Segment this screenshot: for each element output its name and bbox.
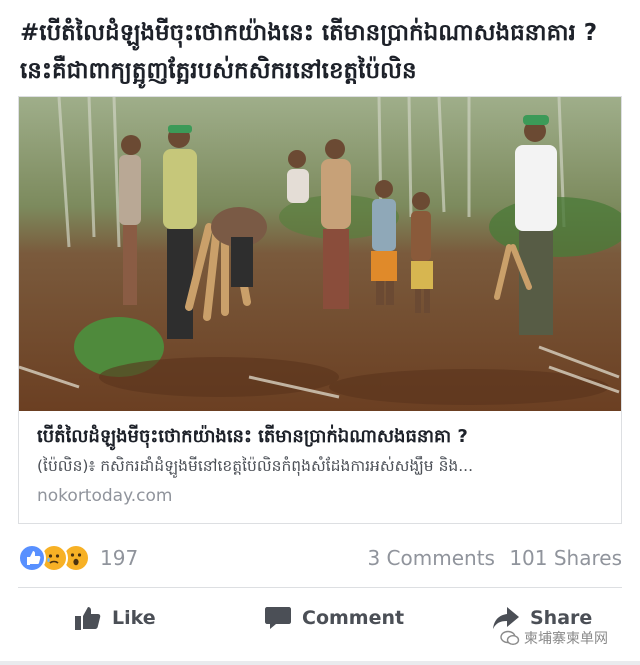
link-card-domain: nokortoday.com [37, 486, 173, 506]
divider [18, 587, 622, 588]
reaction-count[interactable]: 197 [100, 546, 138, 570]
watermark-text: 柬埔寨柬单网 [524, 631, 608, 647]
wechat-icon [500, 630, 520, 646]
reaction-icons[interactable] [18, 544, 98, 574]
post-text: #បើតំលៃដំឡូងមីចុះថោកយ៉ាងនេះ តើមានប្រាក់ឯ… [20, 20, 598, 84]
comment-icon [264, 605, 292, 631]
link-preview-card[interactable]: បើតំលៃដំឡូងមីចុះថោកយ៉ាងនេះ តើមានប្រាក់ឯណ… [18, 96, 622, 524]
comment-button[interactable]: Comment [264, 596, 404, 640]
link-card-title[interactable]: បើតំលៃដំឡូងមីចុះថោកយ៉ាងនេះ តើមានប្រាក់ឯណ… [37, 423, 607, 451]
shares-count[interactable]: 101 Shares [509, 546, 622, 570]
link-card-description: (ប៉ៃលិន)៖ កសិករដាំដំឡូងមីនៅខេត្តប៉ៃលិនកំ… [37, 457, 474, 475]
like-reaction-icon [18, 544, 46, 572]
bottom-strip [0, 661, 640, 665]
comments-count[interactable]: 3 Comments [367, 546, 495, 570]
like-button[interactable]: Like [74, 596, 156, 640]
share-label: Share [530, 607, 593, 629]
comment-label: Comment [302, 607, 405, 629]
link-card-body: បើតំលៃដំឡូងមីចុះថោកយ៉ាងនេះ តើមានប្រាក់ឯណ… [37, 423, 607, 509]
like-label: Like [112, 607, 156, 629]
watermark: 柬埔寨柬单网 [500, 628, 608, 648]
article-photo[interactable] [19, 97, 621, 411]
thumbs-up-icon [74, 605, 102, 631]
engagement-counts: 3 Comments 101 Shares [367, 546, 622, 570]
reactions-row: 197 3 Comments 101 Shares [18, 540, 622, 578]
article-photo-illustration [19, 97, 621, 411]
